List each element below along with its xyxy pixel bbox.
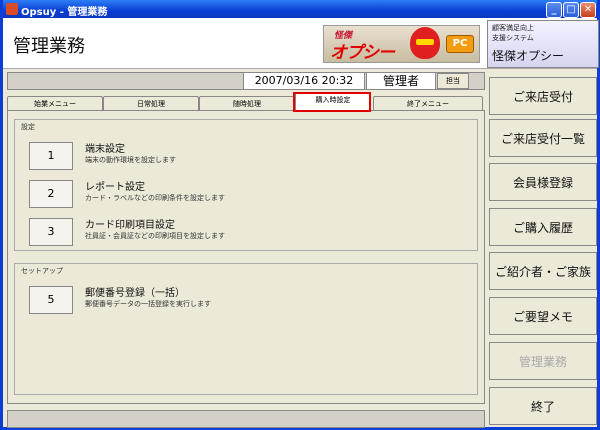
- sidebar-visit-reception[interactable]: ご来店受付: [489, 77, 597, 115]
- app-icon: [6, 3, 18, 15]
- item-title: カード印刷項目設定: [85, 220, 175, 231]
- tab-strip: 始業メニュー 日常処理 随時処理 購入時設定 終了メニュー: [7, 92, 483, 111]
- card-print-settings-button[interactable]: 3: [29, 218, 73, 246]
- system-line1: 顧客満足向上: [492, 24, 534, 32]
- tab-daily[interactable]: 日常処理: [103, 96, 199, 111]
- sidebar-member-register[interactable]: 会員様登録: [489, 163, 597, 201]
- report-settings-button[interactable]: 2: [29, 180, 73, 208]
- item-desc: 郵便番号データの一括登録を実行します: [85, 300, 211, 308]
- item-title: 郵便番号登録（一括）: [85, 288, 185, 299]
- datetime-display: 2007/03/16 20:32: [243, 72, 365, 90]
- settings-group: 設定 1 端末設定 端末の動作環境を設定します 2 レポート設定 カード・ラベル…: [14, 119, 478, 251]
- sidebar-request-memo[interactable]: ご要望メモ: [489, 297, 597, 335]
- item-title: レポート設定: [85, 182, 145, 193]
- item-desc: カード・ラベルなどの印刷条件を設定します: [85, 194, 225, 202]
- maximize-button[interactable]: □: [563, 2, 579, 18]
- status-bar: [7, 410, 485, 428]
- content-panel: 設定 1 端末設定 端末の動作環境を設定します 2 レポート設定 カード・ラベル…: [7, 110, 485, 404]
- postal-code-register-button[interactable]: 5: [29, 286, 73, 314]
- setup-group-title: セットアップ: [21, 267, 63, 275]
- window-title: Opsuy - 管理業務: [21, 7, 108, 18]
- system-name: 怪傑オプシー: [492, 49, 565, 63]
- tab-end-menu[interactable]: 終了メニュー: [373, 96, 483, 111]
- close-button[interactable]: ✕: [580, 2, 596, 18]
- system-line2: 支援システム: [492, 34, 534, 42]
- sidebar-exit[interactable]: 終了: [489, 387, 597, 425]
- logo-line2: オプシー: [330, 43, 395, 63]
- page-title: 管理業務: [13, 36, 85, 57]
- tab-anytime[interactable]: 随時処理: [199, 96, 295, 111]
- logo: 怪傑 オプシー PC: [323, 25, 480, 63]
- item-desc: 端末の動作環境を設定します: [85, 156, 176, 164]
- pc-badge: PC: [446, 35, 474, 53]
- mascot-icon: [410, 27, 440, 59]
- system-name-box: 顧客満足向上 支援システム 怪傑オプシー: [487, 20, 599, 68]
- app-window: Opsuy - 管理業務 _ □ ✕ 管理業務 怪傑 オプシー PC 顧客満足向…: [0, 0, 600, 430]
- item-desc: 社員証・会員証などの印刷項目を設定します: [85, 232, 225, 240]
- tab-start-menu[interactable]: 始業メニュー: [7, 96, 103, 111]
- setup-group: セットアップ 5 郵便番号登録（一括） 郵便番号データの一括登録を実行します: [14, 263, 478, 395]
- minimize-button[interactable]: _: [546, 2, 562, 18]
- item-title: 端末設定: [85, 144, 125, 155]
- user-switch-button[interactable]: 担当: [437, 73, 469, 89]
- active-tab-highlight: [293, 92, 371, 112]
- terminal-settings-button[interactable]: 1: [29, 142, 73, 170]
- sidebar-purchase-history[interactable]: ご購入履歴: [489, 208, 597, 246]
- user-display: 管理者: [366, 72, 436, 90]
- sidebar-visit-list[interactable]: ご来店受付一覧: [489, 119, 597, 157]
- title-bar: Opsuy - 管理業務 _ □ ✕: [3, 0, 597, 18]
- sidebar-admin: 管理業務: [489, 342, 597, 380]
- sidebar-referral-family[interactable]: ご紹介者・ご家族: [489, 252, 597, 290]
- settings-group-title: 設定: [21, 123, 35, 131]
